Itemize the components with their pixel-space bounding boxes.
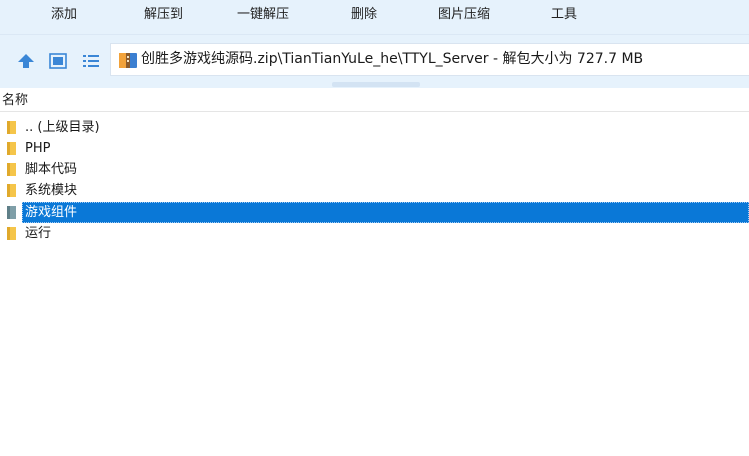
extract-to-button[interactable]: 解压到 [144,0,183,32]
delete-button[interactable]: 删除 [351,0,377,32]
folder-icon [7,227,16,240]
up-arrow-icon[interactable] [15,51,37,71]
list-item-selected[interactable]: 游戏组件 [0,202,749,223]
folder-icon [7,163,16,176]
list-item[interactable]: PHP [0,138,749,159]
file-name: .. (上级目录) [25,120,100,135]
list-item[interactable]: 运行 [0,223,749,244]
folder-icon [7,206,16,219]
list-view-icon[interactable] [80,51,102,71]
archive-path: 创胜多游戏纯源码.zip\TianTianYuLe_he\TTYL_Server… [141,51,644,67]
tools-button[interactable]: 工具 [551,0,577,32]
path-bar[interactable]: 创胜多游戏纯源码.zip\TianTianYuLe_he\TTYL_Server… [110,43,749,76]
file-name: 运行 [25,226,52,241]
thumbnail-view-icon[interactable] [47,51,69,71]
list-item-parent-dir[interactable]: .. (上级目录) [0,117,749,138]
column-header: 名称 [0,89,749,112]
file-name: PHP [25,141,51,156]
file-name: 系统模块 [25,183,78,198]
file-name: 脚本代码 [25,162,78,177]
file-name: 游戏组件 [25,205,78,220]
one-click-extract-button[interactable]: 一键解压 [237,0,289,32]
toolbar: 添加 解压到 一键解压 删除 图片压缩 工具 [0,0,749,35]
add-button[interactable]: 添加 [51,0,77,32]
list-item[interactable]: 系统模块 [0,180,749,201]
image-compress-button[interactable]: 图片压缩 [438,0,490,32]
column-name-header[interactable]: 名称 [2,89,28,111]
selection-highlight [22,202,749,223]
scroll-thumb[interactable] [332,82,420,87]
list-item[interactable]: 脚本代码 [0,159,749,180]
folder-icon [7,142,16,155]
folder-icon [7,121,16,134]
archive-icon [119,53,137,68]
folder-icon [7,184,16,197]
